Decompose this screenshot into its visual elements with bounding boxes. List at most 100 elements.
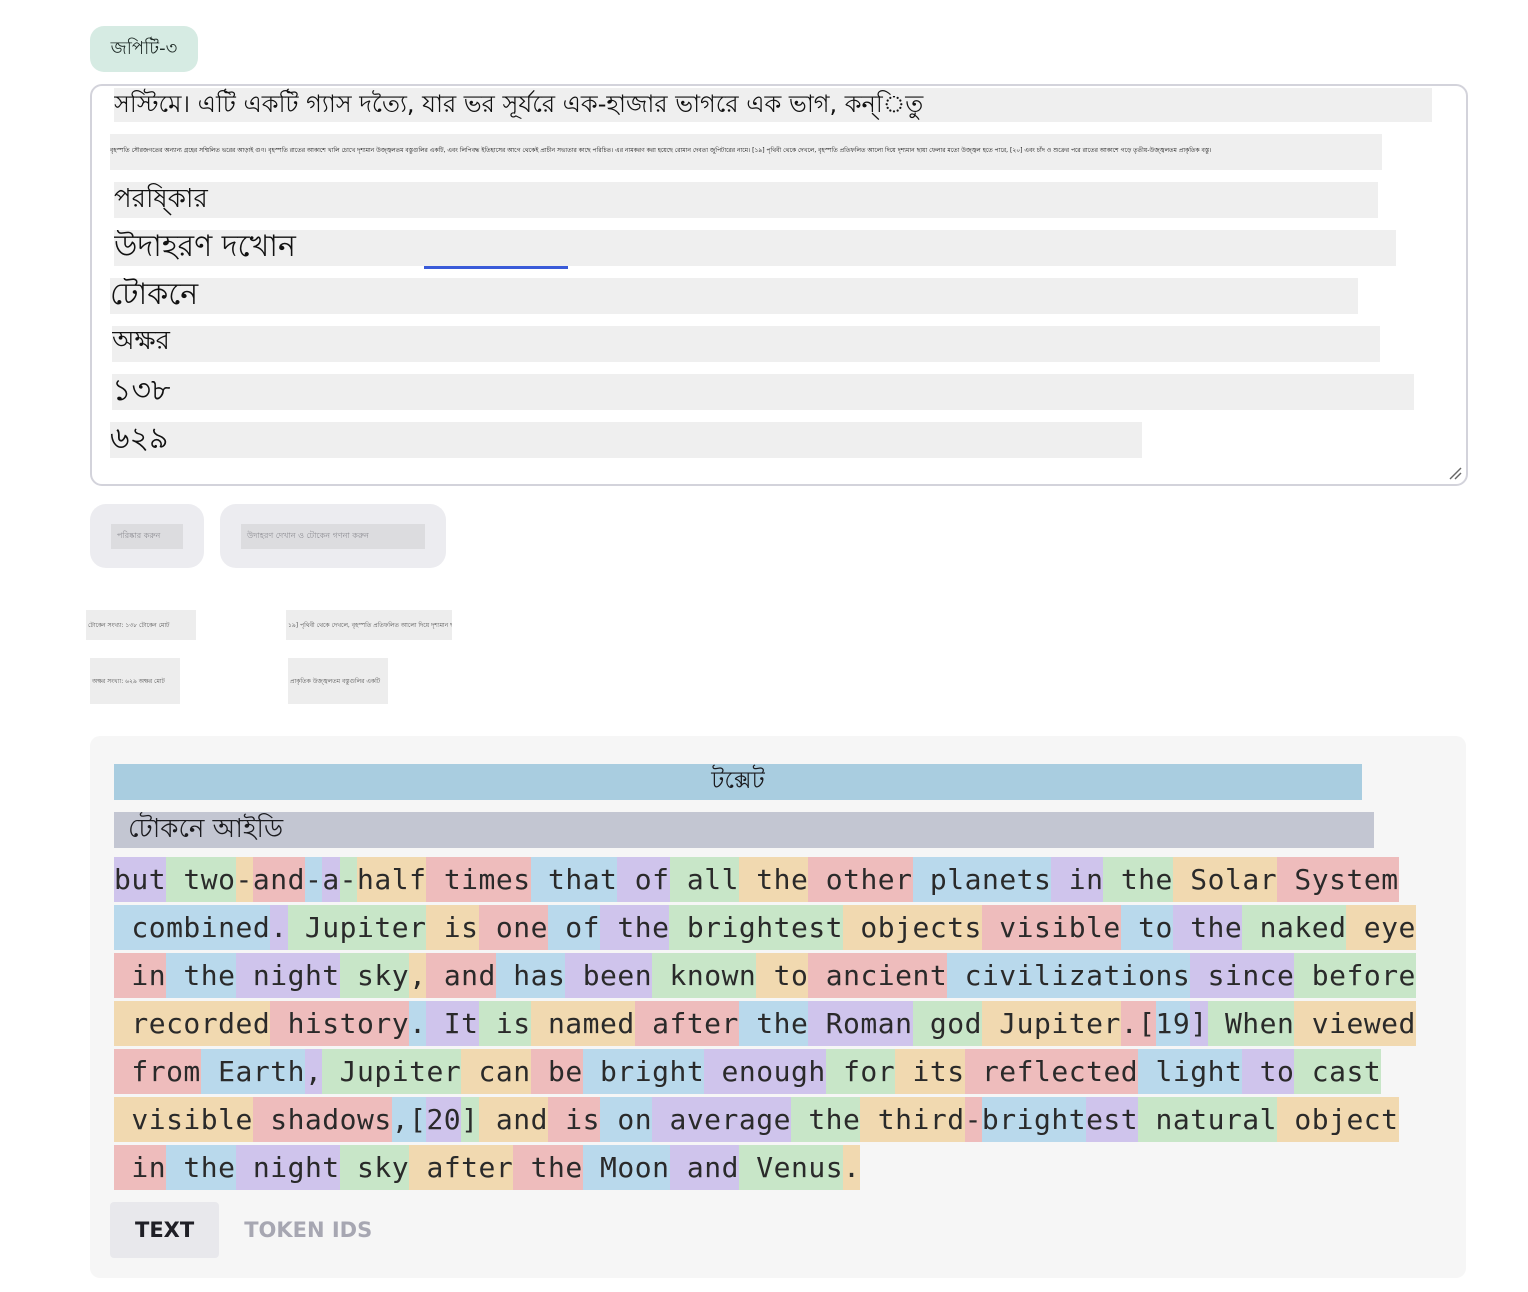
clear-button-label: পরিষ্কার করুন bbox=[111, 523, 183, 549]
token: 19 bbox=[1155, 1001, 1191, 1046]
token: in bbox=[114, 1145, 167, 1190]
token: of bbox=[617, 857, 670, 902]
token: eye bbox=[1346, 905, 1416, 950]
token-ids-header: টোকনে আইডি bbox=[114, 812, 1374, 848]
tab-token-ids[interactable]: TOKEN IDS bbox=[219, 1202, 397, 1258]
model-label[interactable]: জপিটি-৩ bbox=[90, 26, 198, 72]
token: cast bbox=[1294, 1049, 1382, 1094]
token: to bbox=[1242, 1049, 1295, 1094]
tokenizer-output-panel: টক্সেট টোকনে আইডি but​ two​-​and​-​a​-​h… bbox=[90, 736, 1466, 1278]
token: object bbox=[1277, 1097, 1399, 1142]
token: light bbox=[1138, 1049, 1243, 1094]
token: brightest bbox=[669, 905, 844, 950]
token: the bbox=[513, 1145, 583, 1190]
token: 20 bbox=[426, 1097, 462, 1142]
token: bright bbox=[582, 1049, 705, 1094]
token: visible bbox=[981, 905, 1121, 950]
resize-handle-icon[interactable] bbox=[1448, 466, 1462, 480]
token: one bbox=[478, 905, 548, 950]
token: is bbox=[547, 1097, 601, 1142]
clear-button[interactable]: পরিষ্কার করুন bbox=[90, 504, 204, 568]
chars-stat-label: অক্ষর সংখ্যা: ৬২৯ অক্ষর মোট bbox=[90, 658, 180, 704]
token: Jupiter bbox=[322, 1049, 462, 1094]
token: the bbox=[738, 857, 809, 902]
show-example-button[interactable]: উদাহরণ দেখান ও টোকেন গণনা করুন bbox=[220, 504, 446, 568]
token: the bbox=[1103, 857, 1173, 902]
token: half bbox=[357, 857, 427, 902]
token: is bbox=[478, 1001, 531, 1046]
token: and bbox=[426, 953, 496, 998]
tab-text[interactable]: TEXT bbox=[110, 1202, 220, 1258]
token: viewed bbox=[1294, 1001, 1416, 1046]
token: enough bbox=[704, 1049, 826, 1094]
token: combined bbox=[114, 905, 271, 950]
token-visualization: but​ two​-​and​-​a​-​half​ times​ that​ … bbox=[114, 856, 1444, 1192]
token: and bbox=[669, 1145, 739, 1190]
token: planets bbox=[912, 857, 1052, 902]
token: night bbox=[235, 1145, 340, 1190]
token: but bbox=[114, 857, 167, 902]
token: the bbox=[790, 1097, 861, 1142]
token: can bbox=[461, 1049, 531, 1094]
token: third bbox=[860, 1097, 965, 1142]
output-tabs: TEXT TOKEN IDS bbox=[110, 1202, 397, 1258]
token: from bbox=[114, 1049, 201, 1094]
token: the bbox=[166, 953, 236, 998]
token: It bbox=[426, 1001, 479, 1046]
token: of bbox=[547, 905, 601, 950]
token: recorded bbox=[114, 1001, 271, 1046]
tokens-stat-label: টোকেন সংখ্যা: ১৩৮ টোকেন মোট bbox=[86, 610, 196, 640]
token: - bbox=[964, 1097, 982, 1142]
token: in bbox=[114, 953, 167, 998]
token: shadows bbox=[252, 1097, 392, 1142]
chars-stat-value: প্রাকৃতিক উজ্জ্বলতম বস্তুগুলির একটি bbox=[288, 658, 388, 704]
token: be bbox=[530, 1049, 583, 1094]
token: is bbox=[426, 905, 479, 950]
token: the bbox=[166, 1145, 236, 1190]
token: the bbox=[600, 905, 670, 950]
token: bright bbox=[981, 1097, 1087, 1142]
textarea-line-6: অক্ষর bbox=[112, 326, 1380, 362]
token: and bbox=[478, 1097, 548, 1142]
token: since bbox=[1190, 953, 1295, 998]
token: Jupiter bbox=[287, 905, 427, 950]
prompt-textarea[interactable]: সস্টিমে। এটি একটি গ্যাস দত্যৈ, যার ভর সূ… bbox=[90, 84, 1468, 486]
textarea-line-2: বৃহস্পতি সৌরজগতের অন্যান্য গ্রহের সম্মিল… bbox=[110, 134, 1382, 170]
textarea-line-8: ৬২৯ bbox=[110, 422, 1142, 458]
show-example-button-label: উদাহরণ দেখান ও টোকেন গণনা করুন bbox=[241, 523, 425, 549]
token: Venus bbox=[738, 1145, 844, 1190]
token: ] bbox=[461, 1097, 479, 1142]
textarea-line-4: উদাহরণ দখোন bbox=[114, 230, 1396, 266]
token: ] bbox=[1190, 1001, 1208, 1046]
token: other bbox=[808, 857, 913, 902]
token: reflected bbox=[964, 1049, 1139, 1094]
token: , bbox=[304, 1049, 323, 1094]
token: . bbox=[843, 1145, 861, 1190]
token: When bbox=[1207, 1001, 1295, 1046]
textarea-line-3: পরষি্কার bbox=[114, 182, 1378, 218]
token: Earth bbox=[200, 1049, 305, 1094]
token: average bbox=[652, 1097, 791, 1142]
token: history bbox=[270, 1001, 410, 1046]
token: night bbox=[235, 953, 340, 998]
token: and bbox=[252, 857, 305, 902]
token: the bbox=[738, 1001, 809, 1046]
token: its bbox=[895, 1049, 965, 1094]
text-header: টক্সেট bbox=[114, 764, 1362, 800]
token: naked bbox=[1242, 905, 1347, 950]
textarea-line-1: সস্টিমে। এটি একটি গ্যাস দত্যৈ, যার ভর সূ… bbox=[114, 88, 1432, 122]
token: System bbox=[1277, 857, 1399, 902]
token: named bbox=[530, 1001, 635, 1046]
token: Moon bbox=[582, 1145, 670, 1190]
token: - bbox=[339, 857, 358, 902]
token: to bbox=[756, 953, 809, 998]
token: been bbox=[565, 953, 653, 998]
token: the bbox=[1172, 905, 1243, 950]
token: two bbox=[166, 857, 236, 902]
token: - bbox=[235, 857, 253, 902]
textarea-underline bbox=[424, 266, 568, 269]
token: Jupiter bbox=[981, 1001, 1121, 1046]
token: .[ bbox=[1120, 1001, 1156, 1046]
token: . bbox=[270, 905, 288, 950]
tokens-stat-value: ১৯] পৃথিবী থেকে দেখলে, বৃহস্পতি প্রতিফলি… bbox=[286, 610, 452, 640]
